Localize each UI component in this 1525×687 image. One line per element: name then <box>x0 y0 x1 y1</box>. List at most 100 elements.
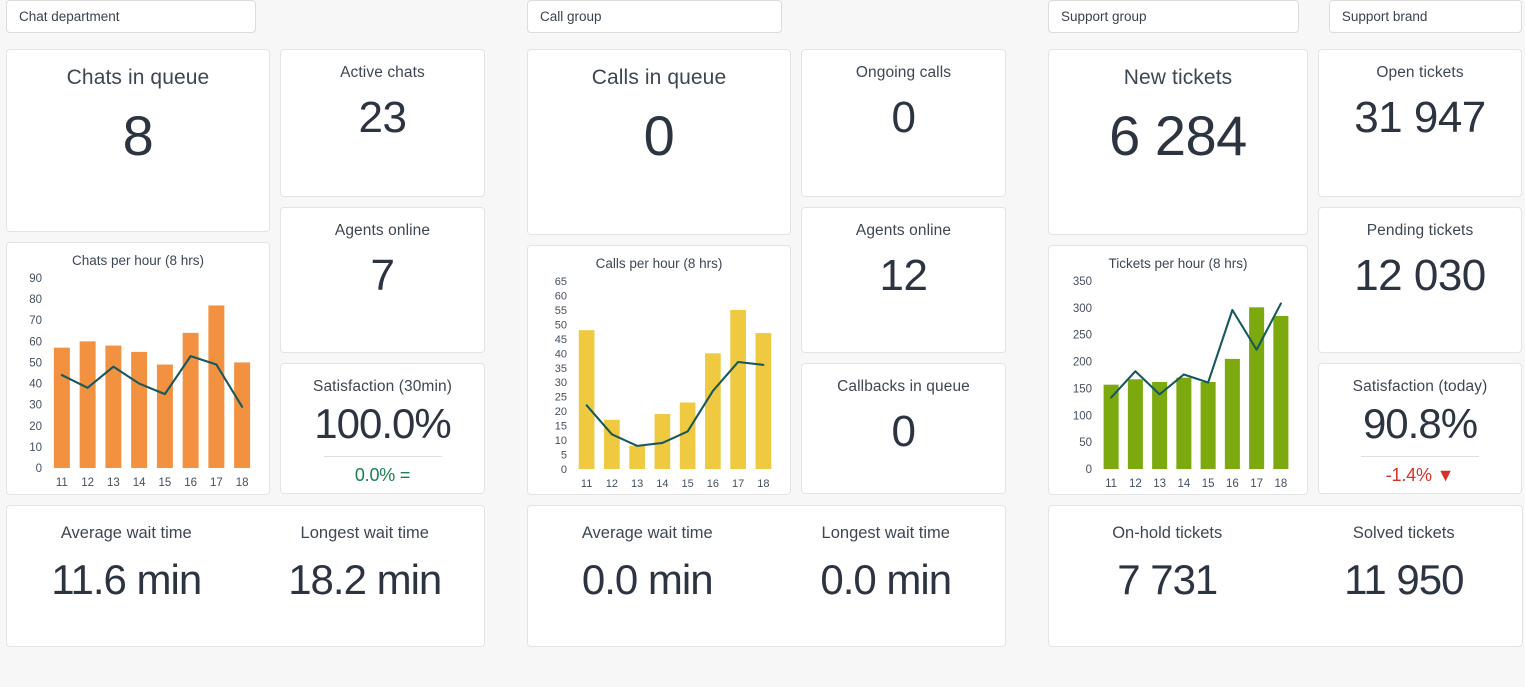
panel-new-tickets[interactable]: New tickets 6 284 <box>1048 49 1308 235</box>
panel-title: Satisfaction (30min) <box>313 378 452 395</box>
panel-title: Agents online <box>334 222 431 239</box>
svg-text:150: 150 <box>1073 383 1092 395</box>
panel-title: Agents online <box>855 222 952 239</box>
chats-per-hour-chart: 0 10 20 30 40 50 60 70 80 90 11 12 13 14 15 16 17 18 <box>29 273 251 489</box>
panel-calls-in-queue[interactable]: Calls in queue 0 <box>527 49 791 235</box>
panel-value: 23 <box>358 93 407 142</box>
support-brand-input[interactable]: Support brand <box>1328 0 1522 33</box>
chat-left-stack: Chats in queue 8 Chats per hour (8 hrs) … <box>6 49 270 495</box>
stat-value: 0.0 min <box>820 556 952 603</box>
panel-ticket-counts[interactable]: On-hold tickets 7 731 Solved tickets 11 … <box>1048 505 1523 647</box>
stat-label: On-hold tickets <box>1112 524 1223 542</box>
panel-title: Open tickets <box>1376 64 1464 81</box>
panel-value: 12 <box>879 251 928 300</box>
support-column: Support group Support brand New tickets … <box>1048 0 1525 687</box>
dashboard-root: Chat department Chats in queue 8 Chats p… <box>0 0 1525 687</box>
satisfaction-delta: -1.4% ▼ <box>1385 465 1455 486</box>
stat-value: 7 731 <box>1117 556 1218 603</box>
panel-chats-in-queue[interactable]: Chats in queue 8 <box>6 49 270 232</box>
svg-text:90: 90 <box>29 273 42 285</box>
svg-text:20: 20 <box>29 421 42 433</box>
panel-title: Calls in queue <box>591 66 727 89</box>
panel-chats-per-hour[interactable]: Chats per hour (8 hrs) 0 10 20 30 40 50 60 70 80… <box>6 242 270 495</box>
svg-text:15: 15 <box>555 421 567 433</box>
panel-open-tickets[interactable]: Open tickets 31 947 <box>1318 49 1522 197</box>
svg-text:13: 13 <box>1153 478 1166 490</box>
svg-text:350: 350 <box>1073 276 1092 288</box>
panel-value: 31 947 <box>1354 93 1486 142</box>
svg-text:14: 14 <box>1177 478 1190 490</box>
panel-chat-satisfaction[interactable]: Satisfaction (30min) 100.0% 0.0% = <box>280 363 485 494</box>
call-column: Call group Calls in queue 0 Calls per ho… <box>527 0 1006 687</box>
stat-label: Longest wait time <box>821 524 950 542</box>
panel-title: Active chats <box>340 64 425 81</box>
panel-pending-tickets[interactable]: Pending tickets 12 030 <box>1318 207 1522 353</box>
svg-text:25: 25 <box>555 392 567 404</box>
stat-value: 18.2 min <box>288 556 442 603</box>
support-body-row: New tickets 6 284 Tickets per hour (8 hr… <box>1048 49 1522 495</box>
support-filter-row: Support group Support brand <box>1048 0 1522 49</box>
panel-support-satisfaction[interactable]: Satisfaction (today) 90.8% -1.4% ▼ <box>1318 363 1522 494</box>
satisfaction-delta: 0.0% = <box>354 465 411 486</box>
svg-text:30: 30 <box>555 377 567 389</box>
on-hold-tickets: On-hold tickets 7 731 <box>1049 506 1286 646</box>
panel-call-wait-times[interactable]: Average wait time 0.0 min Longest wait t… <box>527 505 1006 647</box>
call-longest-wait-time: Longest wait time 0.0 min <box>767 506 1006 646</box>
panel-title: Pending tickets <box>1366 222 1474 239</box>
svg-text:300: 300 <box>1073 303 1092 315</box>
svg-text:50: 50 <box>555 319 567 331</box>
stat-value: 11 950 <box>1344 556 1464 603</box>
panel-title: New tickets <box>1123 66 1233 89</box>
svg-text:13: 13 <box>631 478 643 490</box>
svg-text:20: 20 <box>555 406 567 418</box>
panel-title: Callbacks in queue <box>837 378 970 395</box>
svg-text:80: 80 <box>29 294 42 306</box>
chat-right-stack: Active chats 23 Agents online 7 Satisfac… <box>280 49 485 495</box>
svg-text:11: 11 <box>1105 478 1117 490</box>
panel-ongoing-calls[interactable]: Ongoing calls 0 <box>801 49 1006 197</box>
panel-value: 12 030 <box>1354 251 1486 300</box>
support-right-stack: Open tickets 31 947 Pending tickets 12 0… <box>1318 49 1522 495</box>
chart-title: Calls per hour (8 hrs) <box>595 256 723 271</box>
chat-filter-row: Chat department <box>6 0 485 49</box>
panel-value: 8 <box>122 104 154 167</box>
satisfaction-value: 100.0% <box>314 400 451 447</box>
stat-label: Average wait time <box>60 524 192 542</box>
svg-text:70: 70 <box>29 315 42 327</box>
panel-callbacks-in-queue[interactable]: Callbacks in queue 0 <box>801 363 1006 494</box>
panel-tickets-per-hour[interactable]: Tickets per hour (8 hrs) 0 50 100 150 200 250… <box>1048 245 1308 495</box>
svg-text:0: 0 <box>561 464 567 476</box>
chart-title: Chats per hour (8 hrs) <box>71 253 205 268</box>
svg-text:15: 15 <box>1202 478 1215 490</box>
svg-text:55: 55 <box>555 305 567 317</box>
panel-call-agents-online[interactable]: Agents online 12 <box>801 207 1006 353</box>
stat-label: Solved tickets <box>1352 524 1455 542</box>
calls-per-hour-chart: 0 5 10 15 20 25 30 35 40 45 50 55 60 65 11 12 13 14 15 16 17… <box>555 276 772 490</box>
svg-text:30: 30 <box>29 400 42 412</box>
panel-title: Chats in queue <box>66 66 210 89</box>
stat-label: Average wait time <box>581 524 713 542</box>
svg-text:40: 40 <box>555 348 567 360</box>
svg-text:16: 16 <box>184 477 197 489</box>
svg-text:17: 17 <box>732 478 744 490</box>
panel-chat-agents-online[interactable]: Agents online 7 <box>280 207 485 353</box>
svg-text:13: 13 <box>107 477 120 489</box>
svg-text:15: 15 <box>158 477 171 489</box>
chart-title: Tickets per hour (8 hrs) <box>1108 256 1248 271</box>
panel-title: Ongoing calls <box>855 64 952 81</box>
svg-text:5: 5 <box>561 450 567 462</box>
panel-value: 0 <box>643 104 675 167</box>
svg-text:200: 200 <box>1073 357 1092 369</box>
svg-text:60: 60 <box>29 336 42 348</box>
svg-text:14: 14 <box>656 478 668 490</box>
tickets-per-hour-chart: 0 50 100 150 200 250 300 350 11 12 13 14 15 16 17 18 <box>1073 276 1289 490</box>
support-group-input[interactable]: Support group <box>1048 0 1299 33</box>
svg-text:11: 11 <box>56 477 68 489</box>
panel-chat-wait-times[interactable]: Average wait time 11.6 min Longest wait … <box>6 505 485 647</box>
panel-active-chats[interactable]: Active chats 23 <box>280 49 485 197</box>
chat-department-input[interactable]: Chat department <box>6 0 256 33</box>
satisfaction-value: 90.8% <box>1362 400 1478 447</box>
svg-text:15: 15 <box>682 478 694 490</box>
call-group-input[interactable]: Call group <box>527 0 782 33</box>
panel-calls-per-hour[interactable]: Calls per hour (8 hrs) 0 5 10 15 20 25 30 35 40 4… <box>527 245 791 495</box>
